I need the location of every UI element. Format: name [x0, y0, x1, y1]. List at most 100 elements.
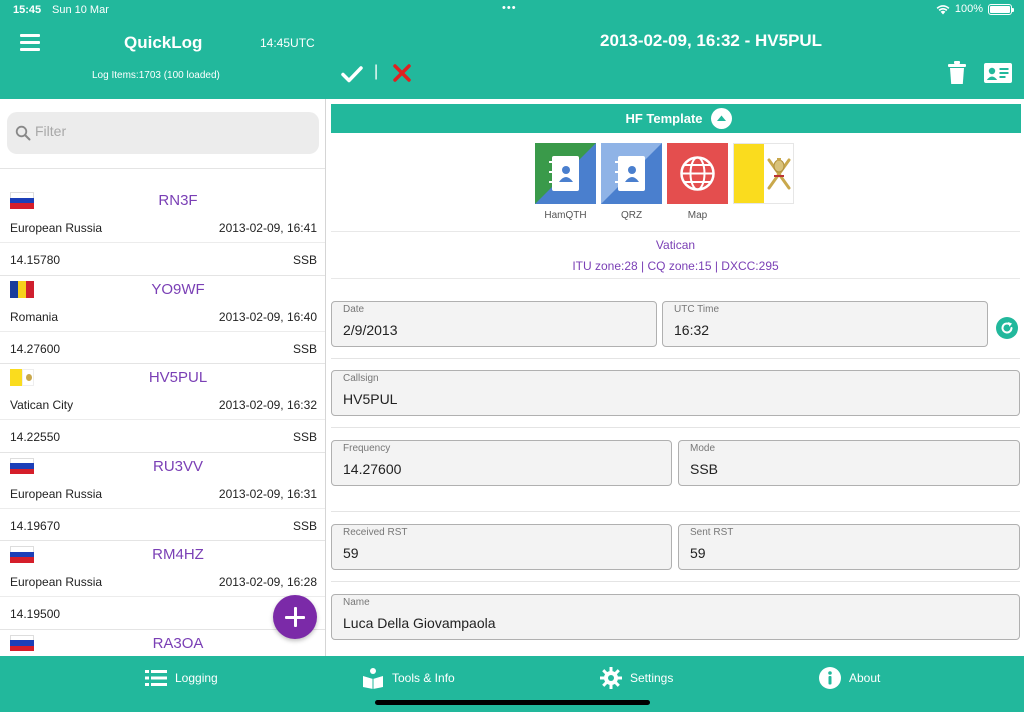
received-rst-field[interactable]: Received RST 59: [331, 524, 672, 570]
frequency-field[interactable]: Frequency 14.27600: [331, 440, 672, 486]
flag-russia-icon: [10, 192, 34, 209]
contact-card-icon[interactable]: [983, 62, 1013, 84]
log-item[interactable]: RN3F European Russia 2013-02-09, 16:41 1…: [0, 187, 325, 276]
search-icon: [15, 125, 31, 141]
log-detail-pane: HF Template HamQTH QRZ Map Vatican ITU z…: [327, 99, 1024, 656]
log-callsign: YO9WF: [151, 280, 205, 298]
template-bar[interactable]: HF Template: [331, 104, 1021, 133]
log-country: Romania: [10, 309, 59, 324]
row-divider: [0, 596, 325, 597]
log-mode: SSB: [292, 253, 317, 267]
log-timestamp: 2013-02-09, 16:31: [218, 486, 317, 501]
name-label: Name: [343, 597, 370, 608]
tab-settings[interactable]: Settings: [600, 666, 673, 690]
battery-icon: [988, 3, 1014, 15]
close-icon[interactable]: [391, 62, 413, 84]
chevron-up-icon[interactable]: [711, 108, 732, 129]
status-indicators: 100%: [936, 3, 1014, 15]
callsign-value: HV5PUL: [343, 391, 398, 407]
wifi-icon: [936, 4, 950, 14]
template-label: HF Template: [625, 111, 703, 126]
tab-settings-label: Settings: [630, 671, 674, 685]
home-indicator[interactable]: [375, 700, 650, 705]
filter-input[interactable]: [35, 123, 305, 139]
map-button[interactable]: [667, 143, 728, 204]
refresh-time-icon[interactable]: [996, 317, 1018, 339]
received-rst-label: Received RST: [343, 527, 408, 538]
log-timestamp: 2013-02-09, 16:32: [218, 398, 317, 412]
checkmark-icon[interactable]: [340, 62, 364, 86]
tab-about[interactable]: About: [819, 666, 880, 690]
log-timestamp: 2013-02-09, 16:41: [218, 221, 317, 235]
date-field[interactable]: Date 2/9/2013: [331, 301, 657, 347]
sent-rst-field[interactable]: Sent RST 59: [678, 524, 1020, 570]
utc-time-label: UTC Time: [674, 304, 719, 315]
papal-emblem-icon: [767, 158, 790, 190]
log-callsign: RU3VV: [152, 457, 204, 475]
add-log-button[interactable]: [273, 595, 317, 639]
log-mode: SSB: [292, 518, 317, 533]
hamqth-lookup-button[interactable]: [535, 143, 596, 204]
date-label: Date: [343, 304, 365, 315]
log-item[interactable]: YO9WF Romania 2013-02-09, 16:40 14.27600…: [0, 276, 325, 364]
log-list-pane: RN3F European Russia 2013-02-09, 16:41 1…: [0, 99, 326, 656]
contact-book-icon: [535, 143, 596, 204]
log-mode: SSB: [292, 430, 317, 444]
log-item[interactable]: HV5PUL Vatican City 2013-02-09, 16:32 14…: [0, 364, 325, 453]
frequency-value: 14.27600: [343, 461, 402, 477]
row-divider: [0, 419, 325, 420]
divider: [331, 511, 1020, 512]
flag-russia-icon: [10, 634, 34, 652]
app-title: QuickLog: [124, 33, 203, 52]
contact-book-icon: [601, 143, 662, 204]
action-separator: |: [374, 63, 379, 80]
row-divider: [0, 330, 325, 332]
log-callsign: RA3OA: [152, 634, 204, 652]
row-divider: [0, 507, 325, 509]
log-timestamp: 2013-02-09, 16:40: [218, 309, 317, 324]
tab-tools-info[interactable]: Tools & Info: [362, 666, 455, 690]
flag-russia-icon: [10, 546, 34, 563]
log-country: European Russia: [10, 486, 103, 501]
filter-box[interactable]: [7, 112, 319, 154]
sent-rst-value: 59: [690, 545, 706, 561]
log-mode: SSB: [292, 341, 317, 356]
tab-tools-info-label: Tools & Info: [392, 671, 455, 685]
flag-vatican-icon: [10, 369, 34, 386]
divider: [331, 581, 1020, 582]
book-icon: [363, 668, 383, 689]
log-frequency: 14.19500: [10, 607, 61, 621]
mode-label: Mode: [690, 443, 716, 454]
battery-percent: 100%: [954, 3, 983, 15]
sent-rst-label: Sent RST: [690, 527, 734, 538]
log-frequency: 14.22550: [10, 430, 61, 444]
log-country: European Russia: [10, 221, 103, 235]
tab-logging[interactable]: Logging: [145, 666, 218, 690]
top-header: 15:45 Sun 10 Mar ••• 100% QuickLog 14:45…: [0, 0, 1024, 99]
log-item-count: Log Items:1703 (100 loaded): [92, 70, 220, 81]
tab-about-label: About: [849, 671, 881, 685]
log-item[interactable]: RU3VV European Russia 2013-02-09, 16:31 …: [0, 453, 325, 541]
qrz-lookup-button[interactable]: [601, 143, 662, 204]
log-frequency: 14.19670: [10, 518, 61, 533]
name-field[interactable]: Name Luca Della Giovampaola: [331, 594, 1020, 640]
log-callsign: RN3F: [158, 192, 198, 209]
callsign-field[interactable]: Callsign HV5PUL: [331, 370, 1020, 416]
log-frequency: 14.27600: [10, 341, 61, 356]
log-callsign: HV5PUL: [148, 369, 208, 386]
divider: [331, 427, 1020, 428]
list-icon: [145, 670, 167, 686]
utc-time-field[interactable]: UTC Time 16:32: [662, 301, 988, 347]
multitasking-dots-icon[interactable]: •••: [502, 2, 517, 14]
menu-icon[interactable]: [20, 34, 40, 51]
divider: [331, 278, 1020, 279]
trash-icon[interactable]: [946, 60, 968, 86]
globe-icon: [667, 143, 728, 204]
log-item[interactable]: RA3OA: [0, 630, 325, 657]
log-country: Vatican City: [10, 398, 74, 412]
received-rst-value: 59: [343, 545, 359, 561]
mode-field[interactable]: Mode SSB: [678, 440, 1020, 486]
log-timestamp: 2013-02-09, 16:28: [218, 575, 317, 589]
divider: [331, 231, 1020, 232]
status-date: Sun 10 Mar: [52, 4, 109, 16]
